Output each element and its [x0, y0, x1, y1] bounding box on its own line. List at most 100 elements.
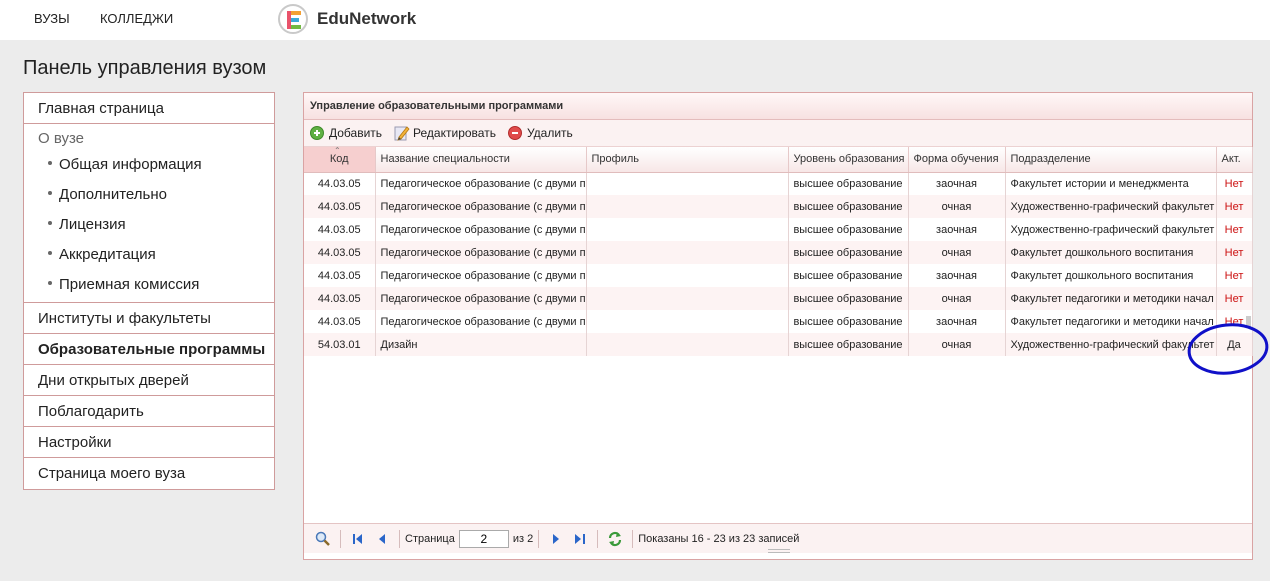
name-cell: Педагогическое образование (с двуми п [375, 264, 587, 287]
resize-grip-icon[interactable] [768, 549, 790, 553]
delete-button-label: Удалить [526, 126, 573, 140]
page-number-input[interactable] [458, 529, 509, 548]
code-cell: 44.03.05 [304, 241, 376, 264]
next-page-button[interactable] [548, 531, 564, 547]
annotation-ellipse [1187, 323, 1269, 375]
pager-status: Показаны 16 - 23 из 23 записей [638, 532, 800, 545]
sidebar-subitem-license[interactable]: Лицензия [24, 210, 274, 240]
sidebar-subitem-general[interactable]: Общая информация [24, 150, 274, 180]
bullet-icon [48, 251, 52, 256]
sidebar-subitem-label: Приемная комиссия [59, 276, 200, 293]
active-cell: Нет [1216, 264, 1253, 287]
panel-title: Управление образовательными программами [304, 93, 1252, 120]
column-header-profile[interactable]: Профиль [586, 147, 789, 173]
sidebar-subitem-additional[interactable]: Дополнительно [24, 180, 274, 210]
form-cell: заочная [908, 218, 1006, 241]
top-bar: ВУЗЫ КОЛЛЕДЖИ EduNetwork [0, 0, 1270, 40]
sidebar-subitem-admission[interactable]: Приемная комиссия [24, 270, 274, 300]
programs-table: ⌃ Код Название специальности Профиль Уров… [304, 147, 1253, 356]
delete-button[interactable]: Удалить [507, 126, 573, 140]
form-cell: очная [908, 287, 1006, 310]
profile-cell [586, 310, 789, 333]
nav-universities-link[interactable]: ВУЗЫ [34, 11, 70, 26]
nav-colleges-link[interactable]: КОЛЛЕДЖИ [100, 11, 173, 26]
form-cell: очная [908, 333, 1006, 356]
department-cell: Художественно-графический факультет [1005, 218, 1217, 241]
bullet-icon [48, 191, 52, 196]
sidebar-subitem-accreditation[interactable]: Аккредитация [24, 240, 274, 270]
name-cell: Педагогическое образование (с двуми п [375, 310, 587, 333]
sidebar-subitem-label: Лицензия [59, 216, 126, 233]
bullet-icon [48, 161, 52, 166]
edit-button-label: Редактировать [413, 126, 496, 140]
sidebar-item-main[interactable]: Главная страница [24, 93, 274, 124]
add-button[interactable]: Добавить [310, 126, 382, 140]
page-title: Панель управления вузом [23, 57, 267, 79]
sidebar-item-thanks[interactable]: Поблагодарить [24, 396, 274, 427]
table-row[interactable]: 44.03.05 Педагогическое образование (с дв… [304, 287, 1253, 310]
form-cell: заочная [908, 172, 1006, 195]
profile-cell [586, 218, 789, 241]
code-cell: 44.03.05 [304, 287, 376, 310]
last-page-arrow-icon [575, 533, 582, 544]
grid-pager: Страница из 2 Показаны 16 - 23 из 23 зап… [304, 523, 1252, 553]
form-cell: заочная [908, 310, 1006, 333]
search-icon[interactable] [315, 531, 331, 547]
pager-separator [538, 529, 540, 548]
department-cell: Художественно-графический факультет [1005, 333, 1217, 356]
programs-grid-panel: Управление образовательными программами … [303, 92, 1253, 560]
active-cell: Нет [1216, 195, 1253, 218]
form-cell: заочная [908, 264, 1006, 287]
name-cell: Педагогическое образование (с двуми п [375, 195, 587, 218]
form-cell: очная [908, 241, 1006, 264]
prev-page-button[interactable] [374, 531, 390, 547]
sidebar-item-my-page[interactable]: Страница моего вуза [24, 458, 274, 489]
sidebar-item-programs[interactable]: Образовательные программы [24, 334, 274, 365]
profile-cell [586, 241, 789, 264]
page-label: Страница [405, 532, 455, 545]
table-row[interactable]: 44.03.05 Педагогическое образование (с дв… [304, 172, 1253, 195]
sidebar-subitem-label: Дополнительно [59, 186, 167, 203]
first-page-button[interactable] [350, 531, 366, 547]
table-row[interactable]: 44.03.05 Педагогическое образование (с дв… [304, 241, 1253, 264]
logo[interactable]: EduNetwork [278, 4, 416, 34]
prev-page-icon [379, 533, 385, 544]
sort-asc-icon: ⌃ [334, 147, 341, 155]
level-cell: высшее образование [788, 172, 909, 195]
sidebar-item-institutes[interactable]: Институты и факультеты [24, 303, 274, 334]
name-cell: Педагогическое образование (с двуми п [375, 287, 587, 310]
column-header-active[interactable]: Акт. [1216, 147, 1253, 173]
table-row[interactable]: 44.03.05 Педагогическое образование (с дв… [304, 195, 1253, 218]
column-header-name[interactable]: Название специальности [375, 147, 587, 173]
table-row[interactable]: 44.03.05 Педагогическое образование (с дв… [304, 310, 1253, 333]
sidebar-subitem-label: Общая информация [59, 156, 202, 173]
last-page-button[interactable] [572, 531, 588, 547]
column-header-code[interactable]: ⌃ Код [304, 147, 376, 173]
code-cell: 44.03.05 [304, 264, 376, 287]
sidebar-group-title: О вузе [38, 130, 85, 147]
level-cell: высшее образование [788, 264, 909, 287]
column-header-department[interactable]: Подразделение [1005, 147, 1217, 173]
code-cell: 54.03.01 [304, 333, 376, 356]
active-cell: Нет [1216, 218, 1253, 241]
edit-button[interactable]: Редактировать [394, 125, 496, 141]
table-row[interactable]: 44.03.05 Педагогическое образование (с дв… [304, 218, 1253, 241]
active-cell: Нет [1216, 241, 1253, 264]
active-cell: Нет [1216, 172, 1253, 195]
column-header-form[interactable]: Форма обучения [908, 147, 1006, 173]
refresh-button[interactable] [607, 531, 623, 547]
column-header-level[interactable]: Уровень образования [788, 147, 909, 173]
department-cell: Факультет дошкольного воспитания [1005, 264, 1217, 287]
table-row[interactable]: 54.03.01 Дизайн высшее образование очная Худ… [304, 333, 1253, 356]
sidebar-item-open-days[interactable]: Дни открытых дверей [24, 365, 274, 396]
name-cell: Педагогическое образование (с двуми п [375, 218, 587, 241]
level-cell: высшее образование [788, 287, 909, 310]
logo-icon [278, 4, 308, 34]
department-cell: Художественно-графический факультет [1005, 195, 1217, 218]
profile-cell [586, 333, 789, 356]
table-row[interactable]: 44.03.05 Педагогическое образование (с дв… [304, 264, 1253, 287]
sidebar-item-settings[interactable]: Настройки [24, 427, 274, 458]
column-header-label: Код [329, 153, 349, 166]
name-cell: Педагогическое образование (с двуми п [375, 172, 587, 195]
code-cell: 44.03.05 [304, 310, 376, 333]
